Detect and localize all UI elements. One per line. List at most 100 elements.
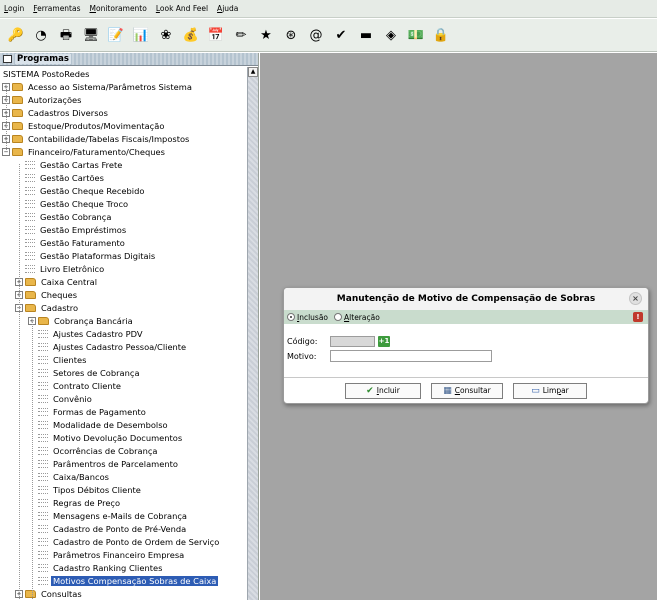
document-icon bbox=[38, 459, 48, 468]
tree-item[interactable]: Ocorrências de Cobrança bbox=[28, 444, 159, 457]
user-key-icon[interactable]: 🔑 bbox=[5, 24, 27, 46]
printer-icon[interactable]: 🖶 bbox=[55, 24, 77, 46]
tree-label: Motivo Devolução Documentos bbox=[53, 432, 183, 443]
menu-ferramentas[interactable]: Ferramentas bbox=[33, 4, 80, 13]
tree-scrollbar[interactable]: ▲ bbox=[247, 67, 258, 600]
document-icon bbox=[38, 420, 48, 429]
close-icon[interactable]: × bbox=[629, 292, 642, 305]
tree-connector bbox=[32, 320, 33, 599]
tree-item[interactable]: Gestão Cheque Recebido bbox=[15, 184, 146, 197]
document-icon bbox=[38, 498, 48, 507]
next-code-button[interactable]: +1 bbox=[378, 336, 390, 347]
menu-look-and-feel[interactable]: Look And Feel bbox=[156, 4, 208, 13]
tree-root[interactable]: SISTEMA PostoRedes bbox=[3, 67, 89, 80]
tree-label: Cheques bbox=[41, 289, 78, 300]
tree-item[interactable]: Formas de Pagamento bbox=[28, 405, 148, 418]
tree-label: Convênio bbox=[53, 393, 92, 404]
computers-icon[interactable]: 🖥 bbox=[80, 24, 102, 46]
consultar-button[interactable]: ▦ Consultar bbox=[431, 382, 503, 399]
tree-item[interactable]: Tipos Débitos Cliente bbox=[28, 483, 143, 496]
folder-icon bbox=[25, 277, 36, 286]
tree-item[interactable]: Caixa/Bancos bbox=[28, 470, 111, 483]
tree-folder[interactable]: + Autorizações bbox=[2, 93, 83, 106]
tree-item[interactable]: Parâmentros de Parcelamento bbox=[28, 457, 180, 470]
calendar-icon[interactable]: 📅 bbox=[205, 24, 227, 46]
tree-folder[interactable]: + Caixa Central bbox=[15, 275, 99, 288]
tree-folder[interactable]: + Estoque/Produtos/Movimentação bbox=[2, 119, 166, 132]
folder-icon bbox=[12, 108, 23, 117]
card-icon[interactable]: ▬ bbox=[355, 24, 377, 46]
flower-icon[interactable]: ❀ bbox=[155, 24, 177, 46]
limpar-button[interactable]: ▭ Limpar bbox=[513, 382, 587, 399]
tree-item[interactable]: Setores de Cobrança bbox=[28, 366, 142, 379]
pen-icon[interactable]: ✏ bbox=[230, 24, 252, 46]
clock-icon[interactable]: ◔ bbox=[30, 24, 52, 46]
tree-item[interactable]: Ajustes Cadastro Pessoa/Cliente bbox=[28, 340, 188, 353]
star-icon[interactable]: ★ bbox=[255, 24, 277, 46]
pen-icon-glyph: ✏ bbox=[235, 27, 247, 43]
flag-icon[interactable]: ◈ bbox=[380, 24, 402, 46]
printer-icon-glyph: 🖶 bbox=[59, 27, 73, 43]
tree-folder[interactable]: + Consultas bbox=[15, 587, 84, 600]
tree-item[interactable]: Mensagens e-Mails de Cobrança bbox=[28, 509, 189, 522]
tree-folder[interactable]: − Cadastro bbox=[15, 301, 80, 314]
tree-item[interactable]: Modalidade de Desembolso bbox=[28, 418, 170, 431]
tree-item[interactable]: Gestão Faturamento bbox=[15, 236, 127, 249]
motivo-field[interactable] bbox=[330, 350, 492, 362]
tree-label: Livro Eletrônico bbox=[40, 263, 105, 274]
money-icon[interactable]: 💰 bbox=[180, 24, 202, 46]
toolbar: 🔑 ◔ 🖶 🖥 📝 📊 ❀ 💰 📅 ✏ ★ ⊛ @ ✔ ▬ ◈ 💵 🔒 bbox=[0, 19, 657, 52]
lock-icon[interactable]: 🔒 bbox=[430, 24, 452, 46]
menu-ajuda[interactable]: Ajuda bbox=[217, 4, 238, 13]
folder-icon bbox=[25, 290, 36, 299]
tree-item[interactable]: Contrato Cliente bbox=[28, 379, 123, 392]
tree-item[interactable]: Ajustes Cadastro PDV bbox=[28, 327, 145, 340]
tree-folder[interactable]: + Contabilidade/Tabelas Fiscais/Impostos bbox=[2, 132, 191, 145]
tree-item[interactable]: Motivo Devolução Documentos bbox=[28, 431, 184, 444]
tree-item[interactable]: Gestão Empréstimos bbox=[15, 223, 128, 236]
tree-item[interactable]: Cadastro de Ponto de Pré-Venda bbox=[28, 522, 188, 535]
tree-item[interactable]: Gestão Cartões bbox=[15, 171, 106, 184]
help-icon[interactable]: ! bbox=[633, 312, 643, 322]
radio-inclusao[interactable]: Inclusão bbox=[287, 313, 328, 322]
tree-item[interactable]: Regras de Preço bbox=[28, 496, 122, 509]
radio-alteracao[interactable]: Alteração bbox=[334, 313, 380, 322]
tree-label: Gestão Cartas Frete bbox=[40, 159, 123, 170]
chart-icon[interactable]: 📊 bbox=[130, 24, 152, 46]
tree-item[interactable]: Livro Eletrônico bbox=[15, 262, 106, 275]
tree-item[interactable]: Gestão Cobrança bbox=[15, 210, 113, 223]
document-icon bbox=[25, 160, 35, 169]
folder-icon bbox=[25, 303, 36, 312]
tree-item[interactable]: Parâmetros Financeiro Empresa bbox=[28, 548, 186, 561]
steering-wheel-icon[interactable]: ⊛ bbox=[280, 24, 302, 46]
at-sign-icon-glyph: @ bbox=[309, 27, 323, 43]
tree-folder[interactable]: − Financeiro/Faturamento/Cheques bbox=[2, 145, 167, 158]
tree-item[interactable]: Gestão Plataformas Digitais bbox=[15, 249, 157, 262]
menu-login[interactable]: Login bbox=[4, 4, 24, 13]
tree-item[interactable]: Convênio bbox=[28, 392, 94, 405]
tree-item[interactable]: Motivos Compensação Sobras de Caixa bbox=[28, 574, 219, 587]
incluir-button[interactable]: ✔ Incluir bbox=[345, 382, 421, 399]
tree-folder[interactable]: + Cheques bbox=[15, 288, 79, 301]
folder-icon bbox=[38, 316, 49, 325]
scroll-up-arrow-icon[interactable]: ▲ bbox=[248, 67, 258, 77]
window-icon bbox=[3, 55, 12, 63]
tree-folder[interactable]: + Cobrança Bancária bbox=[28, 314, 135, 327]
tree-folder[interactable]: + Acesso ao Sistema/Parâmetros Sistema bbox=[2, 80, 194, 93]
tree-folder[interactable]: + Cadastros Diversos bbox=[2, 106, 110, 119]
tree-item[interactable]: Gestão Cheque Troco bbox=[15, 197, 130, 210]
tree-item[interactable]: Cadastro Ranking Clientes bbox=[28, 561, 164, 574]
at-sign-icon[interactable]: @ bbox=[305, 24, 327, 46]
limpar-label: Limpar bbox=[542, 386, 569, 395]
tree-item[interactable]: Cadastro de Ponto de Ordem de Serviço bbox=[28, 535, 221, 548]
tree-label: Gestão Cartões bbox=[40, 172, 104, 183]
tree-item[interactable]: Gestão Cartas Frete bbox=[15, 158, 124, 171]
tree-label: Gestão Cheque Recebido bbox=[40, 185, 145, 196]
check-mark-icon[interactable]: ✔ bbox=[330, 24, 352, 46]
document-icon bbox=[38, 394, 48, 403]
codigo-field[interactable] bbox=[330, 336, 375, 347]
cash-icon[interactable]: 💵 bbox=[405, 24, 427, 46]
note-icon[interactable]: 📝 bbox=[105, 24, 127, 46]
menu-monitoramento[interactable]: Monitoramento bbox=[90, 4, 147, 13]
tree-item[interactable]: Clientes bbox=[28, 353, 88, 366]
